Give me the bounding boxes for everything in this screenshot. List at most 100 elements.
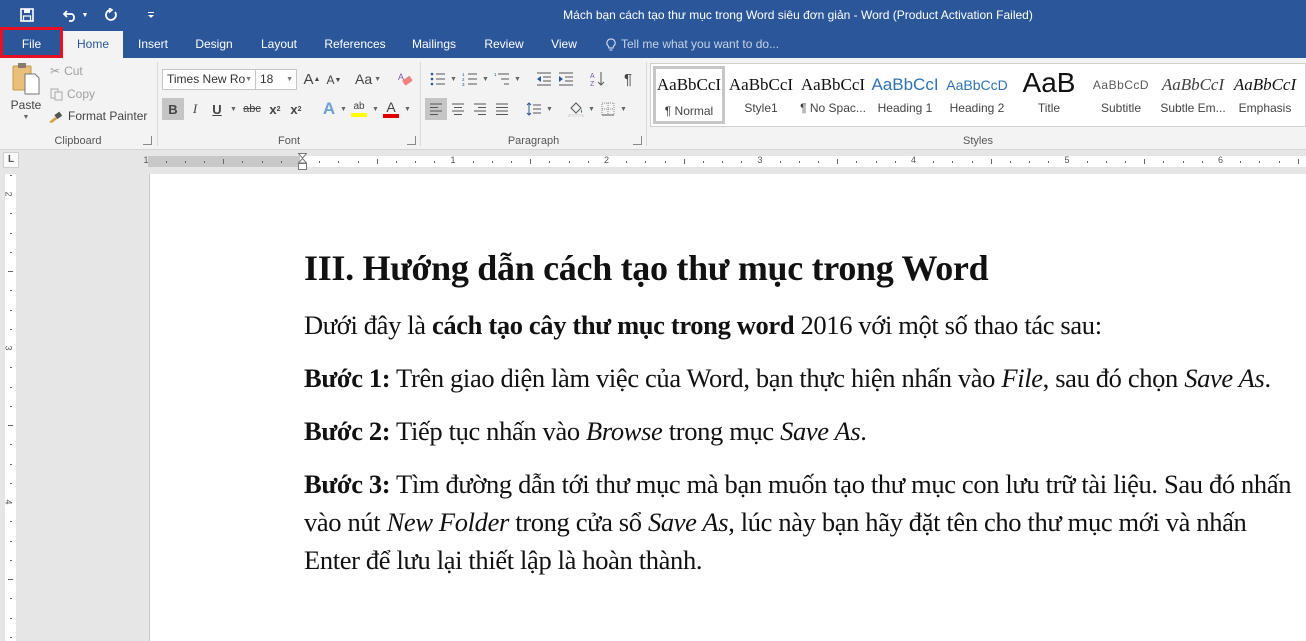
- style-emphasis[interactable]: AaBbCcI Emphasis: [1229, 66, 1301, 124]
- borders-icon: [601, 102, 615, 116]
- pilcrow-icon: ¶: [623, 70, 633, 88]
- numbering-button[interactable]: 123: [459, 68, 481, 90]
- bold-button[interactable]: B: [162, 98, 184, 120]
- highlight-dropdown-icon[interactable]: ▼: [372, 106, 379, 113]
- shading-button[interactable]: [565, 98, 587, 120]
- decrease-indent-button[interactable]: [533, 68, 555, 90]
- style-style1[interactable]: AaBbCcI Style1: [725, 66, 797, 124]
- text-effects-dropdown-icon[interactable]: ▼: [340, 106, 347, 113]
- paste-dropdown-icon[interactable]: ▼: [23, 114, 30, 121]
- paste-button[interactable]: Paste ▼: [8, 62, 44, 128]
- format-painter-button[interactable]: Format Painter: [48, 109, 147, 123]
- style-subtitle[interactable]: AaBbCcD Subtitle: [1085, 66, 1157, 124]
- ruler-tick: [491, 161, 493, 163]
- clear-formatting-button[interactable]: A: [394, 68, 416, 90]
- sort-button[interactable]: AZ: [587, 68, 609, 90]
- ruler-tick: [1240, 161, 1242, 163]
- tab-layout[interactable]: Layout: [250, 31, 308, 58]
- text-run: .: [1264, 363, 1271, 393]
- highlight-button[interactable]: ab: [348, 98, 370, 120]
- shrink-font-button[interactable]: A ▼: [323, 69, 345, 91]
- tab-file[interactable]: File: [0, 27, 63, 58]
- style-no-spacing[interactable]: AaBbCcI ¶ No Spac...: [797, 66, 869, 124]
- text-run: trong cửa sổ: [508, 507, 648, 537]
- vertical-ruler[interactable]: 2 3 4: [4, 174, 16, 641]
- multilevel-list-button[interactable]: 1: [491, 68, 513, 90]
- style-preview: AaBbCcD: [1092, 78, 1150, 92]
- align-center-button[interactable]: [447, 98, 469, 120]
- decrease-indent-icon: [537, 72, 551, 86]
- tab-references[interactable]: References: [318, 31, 392, 58]
- sort-icon: AZ: [590, 72, 605, 87]
- ruler-tick: [1009, 161, 1011, 163]
- underline-dropdown-icon[interactable]: ▼: [230, 106, 237, 113]
- numbering-dropdown-icon[interactable]: ▼: [482, 76, 489, 83]
- subscript-button[interactable]: x2: [264, 98, 286, 120]
- ruler-tick: [818, 161, 820, 163]
- style-subtle-emphasis[interactable]: AaBbCcI Subtle Em...: [1157, 66, 1229, 124]
- multilevel-dropdown-icon[interactable]: ▼: [514, 76, 521, 83]
- grow-font-icon: A: [303, 70, 314, 88]
- line-spacing-button[interactable]: [523, 98, 545, 120]
- chevron-down-icon[interactable]: ▼: [245, 70, 252, 89]
- align-right-button[interactable]: [469, 98, 491, 120]
- ruler-tick: [10, 213, 12, 215]
- bullets-dropdown-icon[interactable]: ▼: [450, 76, 457, 83]
- tab-insert[interactable]: Insert: [128, 31, 178, 58]
- strikethrough-icon: abc: [243, 103, 261, 115]
- tab-stop-selector[interactable]: L: [3, 152, 19, 168]
- paragraph-group-label: Paragraph: [507, 135, 560, 147]
- tab-design[interactable]: Design: [186, 31, 242, 58]
- tell-me-box[interactable]: Tell me what you want to do...: [606, 31, 779, 58]
- style-name: Heading 1: [877, 101, 933, 115]
- style-name: Title: [1037, 101, 1061, 115]
- superscript-button[interactable]: x2: [285, 98, 307, 120]
- justify-button[interactable]: [491, 98, 513, 120]
- style-preview: AaBbCcD: [946, 77, 1008, 93]
- align-left-button[interactable]: [425, 98, 447, 120]
- italic-button[interactable]: I: [184, 98, 206, 120]
- increase-indent-button[interactable]: [555, 68, 577, 90]
- ruler-tick: [779, 161, 781, 163]
- style-normal[interactable]: AaBbCcI ¶ Normal: [653, 66, 725, 124]
- subscript-icon: x: [269, 101, 277, 117]
- chevron-down-icon[interactable]: ▼: [286, 70, 293, 89]
- underline-button[interactable]: U: [206, 98, 228, 120]
- step-label: Bước 2:: [304, 416, 391, 446]
- ruler-tick: [1105, 161, 1107, 163]
- strikethrough-button[interactable]: abc: [240, 98, 264, 120]
- font-color-dropdown-icon[interactable]: ▼: [404, 106, 411, 113]
- clipboard-launcher-icon[interactable]: [143, 136, 152, 145]
- indent-marker[interactable]: [297, 153, 308, 173]
- font-name-combo[interactable]: Times New Ro ▼: [162, 69, 256, 90]
- show-hide-marks-button[interactable]: ¶: [617, 68, 639, 90]
- shading-dropdown-icon[interactable]: ▼: [588, 106, 595, 113]
- paste-label: Paste: [10, 98, 42, 112]
- change-case-button[interactable]: Aa ▼: [352, 68, 384, 90]
- copy-button[interactable]: Copy: [50, 87, 95, 101]
- text-effects-button[interactable]: A: [318, 98, 340, 120]
- grow-font-button[interactable]: A ▲: [301, 68, 323, 90]
- font-size-combo[interactable]: 18 ▼: [255, 69, 297, 90]
- document-page[interactable]: III. Hướng dẫn cách tạo thư mục trong Wo…: [149, 174, 1306, 641]
- style-heading-1[interactable]: AaBbCcI Heading 1: [869, 66, 941, 124]
- tab-review[interactable]: Review: [476, 31, 532, 58]
- bold-run: cách tạo cây thư mục trong word: [431, 310, 795, 340]
- tab-mailings[interactable]: Mailings: [402, 31, 466, 58]
- line-spacing-dropdown-icon[interactable]: ▼: [546, 106, 553, 113]
- bullets-button[interactable]: [427, 68, 449, 90]
- tab-home[interactable]: Home: [63, 31, 123, 58]
- borders-button[interactable]: [597, 98, 619, 120]
- style-title[interactable]: AaB Title: [1013, 66, 1085, 124]
- borders-dropdown-icon[interactable]: ▼: [620, 106, 627, 113]
- step-label: Bước 3:: [304, 469, 391, 499]
- font-launcher-icon[interactable]: [407, 136, 416, 145]
- paragraph-launcher-icon[interactable]: [633, 136, 642, 145]
- cut-button[interactable]: ✂ Cut: [50, 64, 83, 78]
- horizontal-ruler[interactable]: 1 1 2 3 4 5 6: [144, 155, 1306, 167]
- font-color-button[interactable]: A: [380, 98, 402, 120]
- ruler-tick: [856, 161, 858, 163]
- paint-bucket-icon: [568, 102, 584, 117]
- style-heading-2[interactable]: AaBbCcD Heading 2: [941, 66, 1013, 124]
- tab-view[interactable]: View: [542, 31, 586, 58]
